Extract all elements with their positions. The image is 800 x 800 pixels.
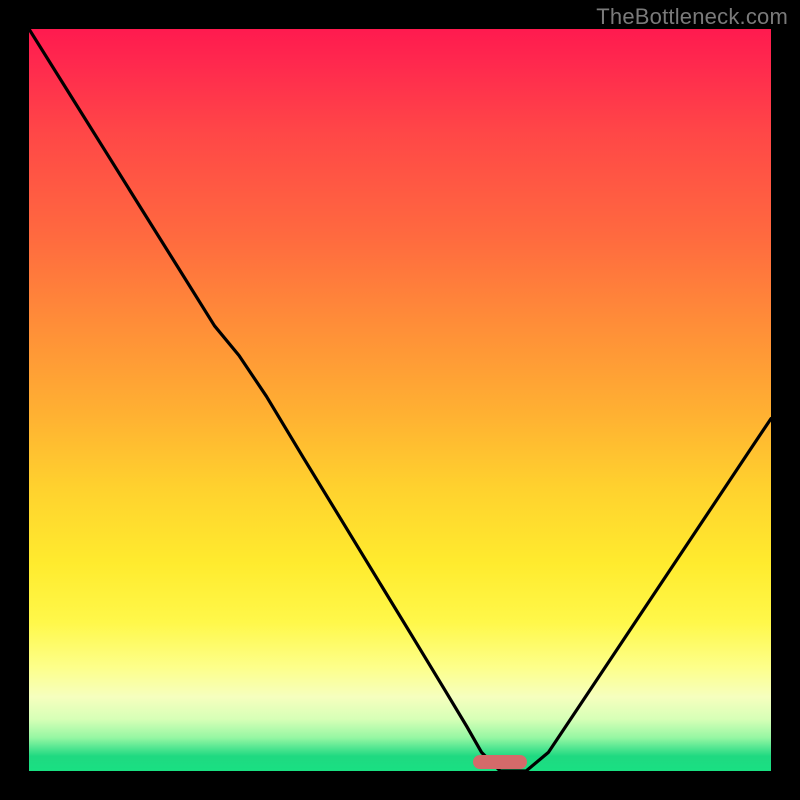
optimal-marker [473, 755, 526, 769]
bottleneck-curve [29, 29, 771, 771]
watermark-text: TheBottleneck.com [596, 4, 788, 30]
chart-frame: TheBottleneck.com [0, 0, 800, 800]
plot-area [29, 29, 771, 771]
